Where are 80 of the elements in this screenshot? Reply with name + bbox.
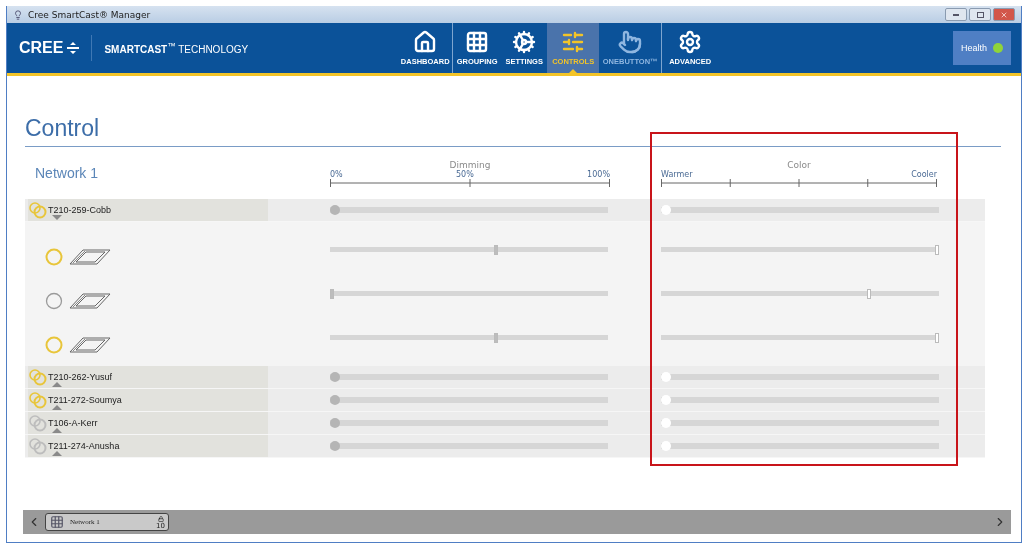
bulbs-icon[interactable] — [28, 391, 48, 409]
slider-thumb[interactable] — [330, 289, 334, 299]
network-name: Network 1 — [34, 165, 100, 181]
fixture-icon — [69, 293, 111, 309]
close-button[interactable] — [993, 8, 1015, 21]
group-name: T211-274-Anusha — [48, 441, 120, 451]
dimming-slider[interactable] — [330, 289, 608, 299]
slider-thumb[interactable] — [330, 205, 340, 215]
slider-thumb[interactable] — [935, 333, 939, 343]
color-slider[interactable] — [661, 333, 939, 343]
caret-icon[interactable] — [52, 215, 62, 220]
tagline: SMARTCAST$^{™}$ TECHNOLOGY — [104, 40, 249, 56]
logo: CREE — [19, 39, 64, 57]
slider-thumb[interactable] — [661, 418, 671, 428]
fixture-icon — [69, 249, 111, 265]
scale-label: 0% — [330, 169, 343, 179]
bulbs-icon[interactable] — [28, 414, 48, 432]
app-icon — [13, 9, 23, 20]
group-name: T106-A-Kerr — [48, 418, 98, 428]
scale-label: 50% — [456, 169, 474, 179]
sliders-icon — [561, 30, 586, 54]
slider-thumb[interactable] — [935, 245, 939, 255]
health-button[interactable]: Health — [953, 31, 1011, 65]
bulbs-icon[interactable] — [28, 201, 48, 219]
dimming-slider[interactable] — [330, 372, 608, 382]
caret-icon[interactable] — [52, 451, 62, 456]
house-icon — [413, 30, 438, 54]
bulbs-icon[interactable] — [28, 437, 48, 455]
slider-thumb[interactable] — [330, 372, 340, 382]
dimming-slider[interactable] — [330, 441, 608, 451]
slider-thumb[interactable] — [661, 395, 671, 405]
slider-thumb[interactable] — [866, 289, 871, 299]
slider-thumb[interactable] — [494, 245, 499, 255]
color-slider[interactable] — [661, 205, 939, 215]
group-name: T210-259-Cobb — [48, 205, 112, 215]
close-icon — [1000, 10, 1008, 19]
color-title: Color — [786, 159, 812, 170]
caret-icon[interactable] — [52, 382, 62, 387]
dimming-slider[interactable] — [330, 205, 608, 215]
color-slider[interactable] — [661, 418, 939, 428]
color-slider[interactable] — [661, 395, 939, 405]
settings-icon — [678, 30, 703, 54]
slider-thumb[interactable] — [330, 395, 340, 405]
bulb-icon[interactable] — [45, 292, 63, 310]
scale-label: 100% — [587, 169, 610, 179]
color-slider[interactable] — [661, 372, 939, 382]
dimming-slider[interactable] — [330, 245, 608, 255]
slider-thumb[interactable] — [661, 441, 671, 451]
maximize-button[interactable] — [969, 8, 991, 21]
grid-icon — [465, 30, 490, 54]
pointer-icon — [618, 30, 643, 54]
slider-thumb[interactable] — [330, 418, 340, 428]
cog-icon — [512, 30, 537, 54]
dimming-title: Dimming — [448, 159, 492, 170]
slider-thumb[interactable] — [494, 333, 499, 343]
slider-thumb[interactable] — [661, 205, 671, 215]
scale-label: Cooler — [911, 169, 937, 179]
bulb-icon[interactable] — [45, 248, 63, 266]
grid-icon — [50, 515, 64, 529]
color-slider[interactable] — [661, 245, 939, 255]
logo-icon — [67, 42, 80, 54]
fixture-icon — [69, 337, 111, 353]
color-slider[interactable] — [661, 441, 939, 451]
window-title: Cree SmartCast® Manager — [28, 9, 151, 20]
slider-thumb[interactable] — [330, 441, 340, 451]
dimming-slider[interactable] — [330, 333, 608, 343]
caret-icon[interactable] — [52, 428, 62, 433]
lock-icon — [158, 516, 164, 522]
group-name: T210-262-Yusuf — [48, 372, 113, 382]
slider-thumb[interactable] — [661, 372, 671, 382]
bulb-icon[interactable] — [45, 336, 63, 354]
page-title: Control — [25, 114, 101, 142]
group-name: T211-272-Soumya — [48, 395, 122, 405]
dimming-slider[interactable] — [330, 395, 608, 405]
color-slider[interactable] — [661, 289, 939, 299]
dimming-slider[interactable] — [330, 418, 608, 428]
scale-label: Warmer — [661, 169, 693, 179]
bulbs-icon[interactable] — [28, 368, 48, 386]
caret-icon[interactable] — [52, 405, 62, 410]
minimize-button[interactable] — [945, 8, 967, 21]
